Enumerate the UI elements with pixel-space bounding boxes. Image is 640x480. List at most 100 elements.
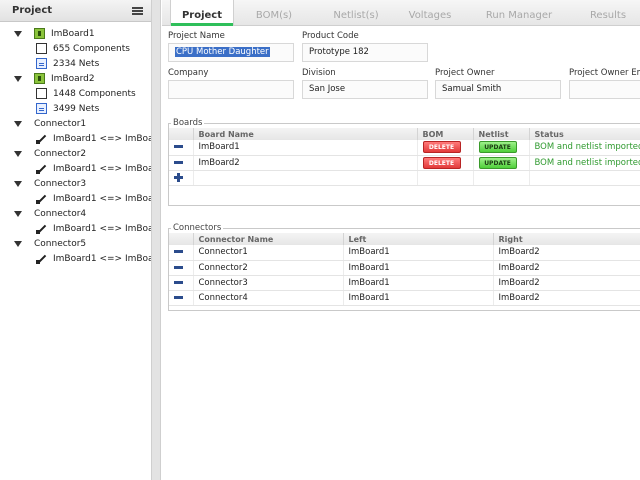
- connector-name: Connector1: [193, 245, 344, 261]
- boards-header-status: Status: [529, 128, 640, 140]
- caret-down-icon[interactable]: [14, 75, 22, 82]
- delete-bom-button[interactable]: DELETE: [422, 141, 461, 154]
- remove-connector-button[interactable]: [174, 295, 183, 299]
- tree-node[interactable]: Connector3: [0, 176, 151, 191]
- tree-label: ImBoard1 <=> ImBoard2: [53, 253, 151, 264]
- board-row: ImBoard2 DELETE UPDATE BOM and netlist i…: [169, 155, 640, 171]
- connector-row: Connector3 ImBoard1 ImBoard2: [169, 275, 640, 291]
- project-name-input[interactable]: CPU Mother Daughter: [168, 43, 294, 62]
- remove-connector-button[interactable]: [174, 280, 183, 284]
- tree-leaf[interactable]: 655 Components: [0, 41, 151, 56]
- remove-connector-button[interactable]: [174, 265, 183, 269]
- connector-icon: [36, 253, 47, 264]
- project-name-value: CPU Mother Daughter: [175, 47, 270, 57]
- project-owner-input[interactable]: Samual Smith: [435, 80, 561, 99]
- project-owner-email-input[interactable]: [569, 80, 640, 99]
- connector-icon: [36, 193, 47, 204]
- project-owner-field: Project Owner Samual Smith: [435, 68, 561, 99]
- tree-leaf[interactable]: ImBoard1 <=> ImBoard2: [0, 251, 151, 266]
- tree-node[interactable]: Connector2: [0, 146, 151, 161]
- connector-right: ImBoard2: [493, 275, 640, 291]
- connector-icon: [36, 223, 47, 234]
- caret-down-icon[interactable]: [14, 30, 22, 37]
- delete-bom-button[interactable]: DELETE: [422, 156, 461, 169]
- tab-run-manager[interactable]: Run Manager: [482, 0, 556, 26]
- remove-connector-button[interactable]: [174, 250, 183, 254]
- connector-left: ImBoard1: [343, 245, 494, 261]
- tree-label: ImBoard1 <=> ImBoard2: [53, 193, 151, 204]
- tab-voltages[interactable]: Voltages: [398, 0, 462, 26]
- tree-node[interactable]: Connector5: [0, 236, 151, 251]
- connector-icon: [36, 133, 47, 144]
- connectors-header-right: Right: [493, 233, 640, 245]
- boards-header-blank: [169, 128, 194, 140]
- tab-results[interactable]: Results: [576, 0, 640, 26]
- tree-leaf[interactable]: ImBoard1 <=> ImBoard2: [0, 221, 151, 236]
- sidebar-title: Project: [12, 5, 53, 16]
- tree-leaf[interactable]: 3499 Nets: [0, 101, 151, 116]
- tree-label: 2334 Nets: [53, 58, 100, 69]
- tree-node[interactable]: Connector4: [0, 206, 151, 221]
- remove-board-button[interactable]: [174, 160, 183, 164]
- board-status: BOM and netlist imported: [529, 140, 640, 156]
- connectors-header-name: Connector Name: [193, 233, 344, 245]
- board-name: ImBoard2: [193, 155, 418, 171]
- board-icon: [34, 28, 45, 39]
- connector-right: ImBoard2: [493, 260, 640, 276]
- division-input[interactable]: San Jose: [302, 80, 428, 99]
- boards-legend: Boards: [173, 118, 203, 128]
- company-input[interactable]: [168, 80, 294, 99]
- tree-node[interactable]: Connector1: [0, 116, 151, 131]
- tab-netlists[interactable]: Netlist(s): [324, 0, 388, 26]
- caret-down-icon[interactable]: [14, 120, 22, 127]
- connector-name: Connector2: [193, 260, 344, 276]
- connector-name: Connector3: [193, 275, 344, 291]
- tree-label: Connector3: [34, 178, 87, 189]
- tree-leaf[interactable]: ImBoard1 <=> ImBoard2: [0, 161, 151, 176]
- tree-leaf[interactable]: ImBoard1 <=> ImBoard2: [0, 131, 151, 146]
- update-netlist-button[interactable]: UPDATE: [478, 141, 517, 154]
- boards-header-netlist: Netlist: [473, 128, 530, 140]
- connectors-header-left: Left: [343, 233, 494, 245]
- connectors-header-blank: [169, 233, 194, 245]
- board-icon: [34, 73, 45, 84]
- sidebar-splitter[interactable]: [152, 0, 161, 480]
- project-owner-email-label: Project Owner Email: [569, 68, 640, 78]
- tab-project[interactable]: Project: [170, 0, 234, 26]
- connector-row: Connector4 ImBoard1 ImBoard2: [169, 290, 640, 306]
- tree-node[interactable]: ImBoard1: [0, 26, 151, 41]
- tab-boms[interactable]: BOM(s): [242, 0, 306, 26]
- connector-left: ImBoard1: [343, 275, 494, 291]
- tree-label: Connector5: [34, 238, 87, 249]
- caret-down-icon[interactable]: [14, 240, 22, 247]
- tree-label: Connector1: [34, 118, 87, 129]
- caret-down-icon[interactable]: [14, 150, 22, 157]
- connector-left: ImBoard1: [343, 290, 494, 306]
- tree-label: ImBoard1 <=> ImBoard2: [53, 133, 151, 144]
- caret-down-icon[interactable]: [14, 180, 22, 187]
- remove-board-button[interactable]: [174, 145, 183, 149]
- product-code-label: Product Code: [302, 31, 359, 41]
- tree-node[interactable]: ImBoard2: [0, 71, 151, 86]
- division-label: Division: [302, 68, 336, 78]
- boards-table: Board Name BOM Netlist Status ImBoard1 D…: [169, 128, 640, 186]
- product-code-field: Product Code Prototype 182: [302, 31, 428, 62]
- update-netlist-button[interactable]: UPDATE: [478, 156, 517, 169]
- menu-icon[interactable]: [132, 6, 143, 15]
- tree-leaf[interactable]: 1448 Components: [0, 86, 151, 101]
- component-icon: [36, 43, 47, 54]
- tree-label: ImBoard1 <=> ImBoard2: [53, 223, 151, 234]
- connector-right: ImBoard2: [493, 290, 640, 306]
- caret-down-icon[interactable]: [14, 210, 22, 217]
- connectors-legend: Connectors: [173, 223, 222, 233]
- tree-label: ImBoard2: [51, 73, 95, 84]
- tree-label: ImBoard1 <=> ImBoard2: [53, 163, 151, 174]
- board-status: BOM and netlist imported: [529, 155, 640, 171]
- tree-leaf[interactable]: 2334 Nets: [0, 56, 151, 71]
- add-board-button[interactable]: [174, 172, 183, 182]
- tree-leaf[interactable]: ImBoard1 <=> ImBoard2: [0, 191, 151, 206]
- project-owner-label: Project Owner: [435, 68, 495, 78]
- product-code-input[interactable]: Prototype 182: [302, 43, 428, 62]
- nets-icon: [36, 58, 47, 69]
- board-row: ImBoard1 DELETE UPDATE BOM and netlist i…: [169, 140, 640, 156]
